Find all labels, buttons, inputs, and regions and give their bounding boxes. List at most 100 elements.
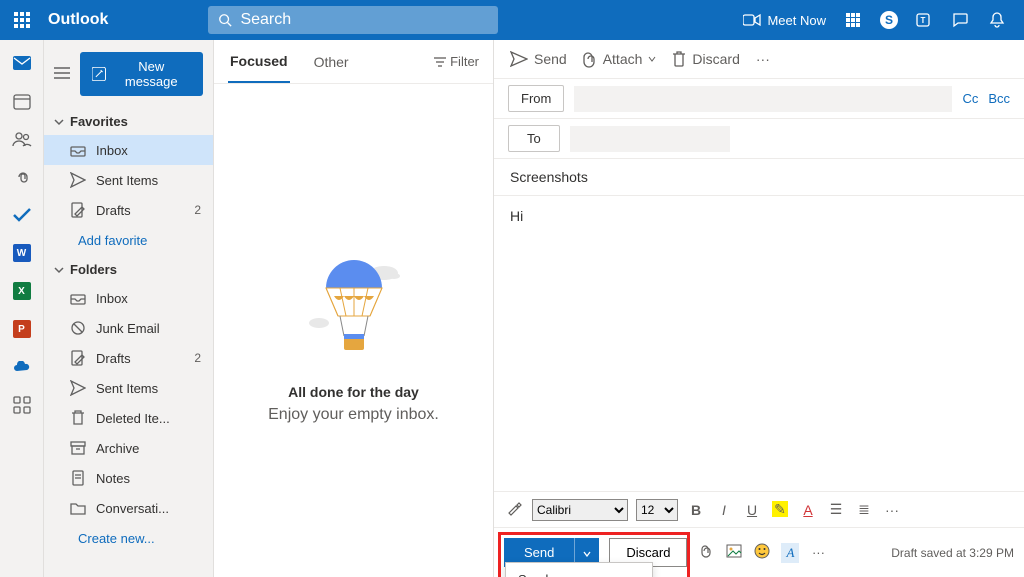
empty-state: All done for the day Enjoy your empty in… — [214, 84, 493, 577]
sidebar-item-sent-items[interactable]: Sent Items — [44, 165, 213, 195]
people-module-icon[interactable] — [11, 128, 33, 150]
sidebar-item-deleted-ite-[interactable]: Deleted Ite... — [44, 403, 213, 433]
attach-icon — [583, 50, 597, 68]
from-input[interactable] — [574, 86, 952, 112]
more-format-button[interactable]: ··· — [882, 502, 902, 518]
draft-saved-label: Draft saved at 3:29 PM — [891, 546, 1014, 560]
todo-module-icon[interactable] — [11, 204, 33, 226]
numbering-button[interactable]: ≣ — [854, 501, 874, 518]
word-app-icon[interactable]: W — [11, 242, 33, 264]
bullets-button[interactable]: ☰ — [826, 501, 846, 518]
sidebar-item-sent-items[interactable]: Sent Items — [44, 373, 213, 403]
favorites-section[interactable]: Favorites — [44, 108, 213, 135]
skype-icon[interactable]: S — [880, 11, 898, 29]
teams-icon[interactable]: T — [916, 11, 934, 29]
send-icon — [510, 51, 528, 67]
meet-now-button[interactable]: Meet Now — [743, 13, 826, 28]
sidebar-item-inbox[interactable]: Inbox — [44, 135, 213, 165]
waffle-icon — [14, 12, 30, 28]
italic-button[interactable]: I — [714, 502, 734, 518]
onedrive-app-icon[interactable] — [11, 356, 33, 378]
folders-label: Folders — [70, 262, 117, 277]
to-input[interactable] — [570, 126, 730, 152]
font-size-select[interactable]: 12 — [636, 499, 678, 521]
format-bar: Calibri 12 B I U ✎ A ☰ ≣ ··· — [494, 491, 1024, 527]
item-count: 2 — [194, 203, 201, 217]
sidebar-item-junk-email[interactable]: Junk Email — [44, 313, 213, 343]
trash-icon — [672, 51, 686, 67]
bcc-link[interactable]: Bcc — [988, 91, 1010, 106]
search-input[interactable]: Search — [208, 6, 498, 34]
meet-now-label: Meet Now — [767, 13, 826, 28]
send-now-item[interactable]: Send — [506, 563, 652, 577]
sidebar-item-inbox[interactable]: Inbox — [44, 283, 213, 313]
sidebar-item-archive[interactable]: Archive — [44, 433, 213, 463]
send-dropdown-menu: Send Send later — [505, 562, 653, 577]
new-message-button[interactable]: New message — [80, 52, 203, 96]
app-header: Outlook Search Meet Now S T — [0, 0, 1024, 40]
sidebar-item-label: Conversati... — [96, 501, 169, 516]
sent-icon — [70, 380, 86, 396]
toolbar-attach-button[interactable]: Attach — [583, 50, 657, 68]
subject-input[interactable] — [494, 159, 1024, 196]
highlight-button[interactable]: ✎ — [770, 501, 790, 518]
chat-icon[interactable] — [952, 11, 970, 29]
apps-icon[interactable] — [844, 11, 862, 29]
from-button[interactable]: From — [508, 85, 564, 112]
compose-icon — [92, 67, 106, 81]
new-message-label: New message — [112, 59, 191, 89]
body-editor[interactable]: Hi — [494, 196, 1024, 491]
bold-button[interactable]: B — [686, 502, 706, 518]
app-launcher[interactable] — [0, 12, 44, 28]
filter-button[interactable]: Filter — [434, 54, 479, 69]
create-new-link[interactable]: Create new... — [44, 523, 213, 554]
to-button[interactable]: To — [508, 125, 560, 152]
favorites-label: Favorites — [70, 114, 128, 129]
calendar-module-icon[interactable] — [11, 90, 33, 112]
collapse-sidebar-icon[interactable] — [54, 66, 70, 83]
inbox-tabs: Focused Other Filter — [214, 40, 493, 84]
sidebar-item-drafts[interactable]: Drafts2 — [44, 343, 213, 373]
attach-bottom-icon[interactable] — [697, 543, 715, 562]
add-favorite-link[interactable]: Add favorite — [44, 225, 213, 256]
more-bottom-icon[interactable]: ··· — [809, 545, 827, 560]
sidebar-item-label: Junk Email — [96, 321, 160, 336]
item-count: 2 — [194, 351, 201, 365]
excel-app-icon[interactable]: X — [11, 280, 33, 302]
mail-module-icon[interactable] — [11, 52, 33, 74]
folder-icon — [70, 500, 86, 516]
sidebar-item-label: Sent Items — [96, 173, 158, 188]
image-bottom-icon[interactable] — [725, 544, 743, 561]
more-apps-icon[interactable] — [11, 394, 33, 416]
svg-text:T: T — [921, 16, 926, 25]
tab-other[interactable]: Other — [312, 42, 351, 82]
emoji-bottom-icon[interactable] — [753, 543, 771, 562]
folders-section[interactable]: Folders — [44, 256, 213, 283]
sidebar-item-drafts[interactable]: Drafts 2 — [44, 195, 213, 225]
archive-icon — [70, 440, 86, 456]
sidebar-item-label: Notes — [96, 471, 130, 486]
powerpoint-app-icon[interactable]: P — [11, 318, 33, 340]
font-color-button[interactable]: A — [798, 502, 818, 518]
underline-button[interactable]: U — [742, 502, 762, 518]
trash-icon — [70, 410, 86, 426]
font-name-select[interactable]: Calibri — [532, 499, 628, 521]
search-placeholder: Search — [240, 11, 291, 29]
toolbar-more-button[interactable]: ··· — [756, 51, 770, 67]
search-icon — [218, 13, 232, 27]
bell-icon[interactable] — [988, 11, 1006, 29]
toolbar-discard-button[interactable]: Discard — [672, 51, 739, 67]
format-painter-icon[interactable] — [504, 500, 524, 519]
video-icon — [743, 13, 761, 27]
cc-link[interactable]: Cc — [962, 91, 978, 106]
message-list-pane: Focused Other Filter All done for the da… — [214, 40, 494, 577]
brand-label: Outlook — [48, 11, 108, 29]
toolbar-send-button[interactable]: Send — [510, 51, 567, 67]
format-toggle-icon[interactable]: A — [781, 543, 799, 563]
sidebar-item-notes[interactable]: Notes — [44, 463, 213, 493]
files-module-icon[interactable] — [11, 166, 33, 188]
sidebar-item-conversati-[interactable]: Conversati... — [44, 493, 213, 523]
tab-focused[interactable]: Focused — [228, 41, 290, 83]
sidebar-item-label: Drafts — [96, 203, 131, 218]
compose-pane: Send Attach Discard ··· From Cc Bcc To Hi… — [494, 40, 1024, 577]
